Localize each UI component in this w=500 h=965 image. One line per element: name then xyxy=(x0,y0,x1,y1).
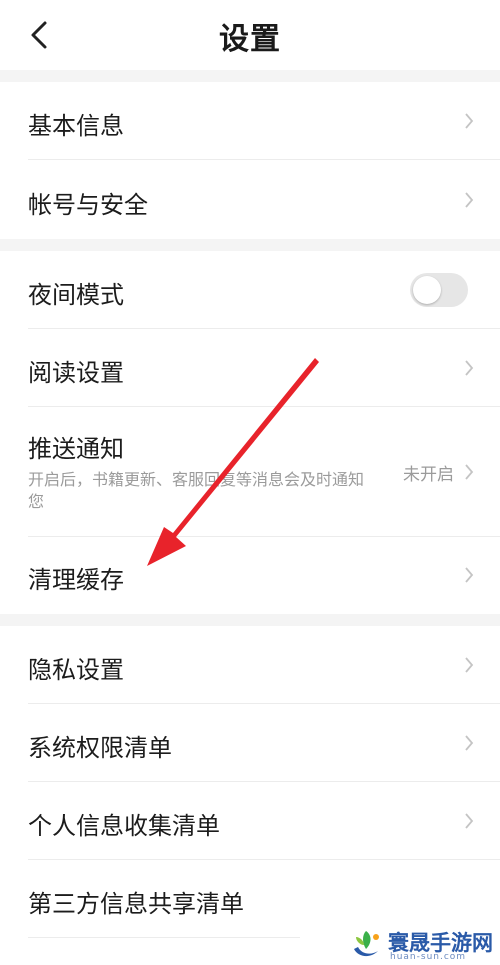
settings-item-clear-cache[interactable]: 清理缓存 xyxy=(0,537,500,614)
settings-item-description: 开启后，书籍更新、客服回复等消息会及时通知您 xyxy=(28,470,365,511)
settings-item-label: 隐私设置 xyxy=(28,656,124,684)
section-gap xyxy=(0,614,500,626)
section-gap xyxy=(0,239,500,251)
chevron-right-icon xyxy=(465,360,474,376)
settings-item-basic-info[interactable]: 基本信息 xyxy=(0,82,500,160)
settings-item-label: 清理缓存 xyxy=(28,566,124,594)
settings-item-privacy[interactable]: 隐私设置 xyxy=(0,626,500,704)
divider xyxy=(28,937,300,938)
settings-item-push-notifications[interactable]: 推送通知 开启后，书籍更新、客服回复等消息会及时通知您 未开启 xyxy=(0,407,500,537)
chevron-right-icon xyxy=(465,735,474,751)
settings-item-label: 基本信息 xyxy=(28,112,124,140)
settings-item-account-security[interactable]: 帐号与安全 xyxy=(0,160,500,239)
settings-item-night-mode: 夜间模式 xyxy=(0,251,500,329)
chevron-right-icon xyxy=(465,657,474,673)
chevron-right-icon xyxy=(465,464,474,480)
chevron-right-icon xyxy=(465,813,474,829)
section-gap xyxy=(0,70,500,82)
settings-item-label: 个人信息收集清单 xyxy=(28,812,220,840)
header: 设置 xyxy=(0,0,500,70)
settings-item-label: 推送通知 xyxy=(28,435,124,463)
page-title: 设置 xyxy=(219,22,281,57)
settings-item-system-permissions[interactable]: 系统权限清单 xyxy=(0,704,500,782)
settings-item-reading[interactable]: 阅读设置 xyxy=(0,329,500,407)
settings-item-label: 阅读设置 xyxy=(28,359,124,387)
toggle-knob xyxy=(413,276,441,304)
settings-item-label: 系统权限清单 xyxy=(28,734,172,762)
chevron-right-icon xyxy=(465,113,474,129)
chevron-right-icon xyxy=(465,192,474,208)
settings-item-personal-info-collection[interactable]: 个人信息收集清单 xyxy=(0,782,500,860)
watermark-domain: huan-sun.com xyxy=(390,952,467,962)
status-text: 未开启 xyxy=(403,465,454,485)
chevron-right-icon xyxy=(465,567,474,583)
watermark-logo-icon xyxy=(354,931,379,957)
settings-item-label: 第三方信息共享清单 xyxy=(28,890,244,918)
settings-item-label: 夜间模式 xyxy=(28,281,124,309)
night-mode-toggle[interactable] xyxy=(410,273,468,307)
settings-item-label: 帐号与安全 xyxy=(28,191,148,219)
watermark: 寰晟手游网 huan-sun.com xyxy=(350,925,500,965)
